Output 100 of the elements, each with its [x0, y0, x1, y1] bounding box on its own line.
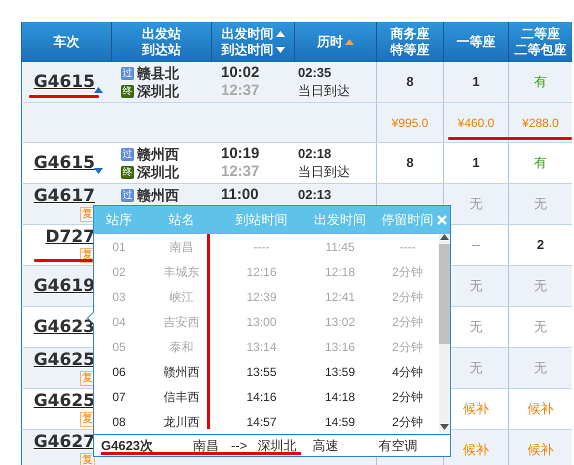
train-number[interactable]: G4615 — [34, 72, 95, 92]
stop-station: 吉安西 — [164, 314, 200, 330]
reissue-badge: 复 — [80, 453, 95, 465]
seat-availability: 候补 — [528, 441, 554, 460]
seat-availability: 无 — [470, 277, 482, 296]
stop-arrival-time: 13:55 — [246, 364, 277, 380]
stop-station: 泰和 — [170, 338, 194, 356]
stop-duration: ---- — [400, 238, 416, 256]
stop-duration: 2分钟 — [392, 388, 423, 406]
stop-arrival-time: 12:39 — [246, 288, 277, 306]
stop-station: 南昌 — [170, 238, 194, 256]
stop-arrival-time: 13:14 — [246, 338, 277, 356]
amenity: 有空调 — [378, 437, 418, 456]
stop-duration: 2分钟 — [392, 288, 423, 306]
train-number[interactable]: G4615 — [34, 153, 95, 173]
stop-departure-time: 12:18 — [324, 264, 356, 280]
seat-price: ¥288.0 — [522, 114, 559, 132]
seat-availability: 1 — [472, 73, 480, 92]
seat-availability: 候补 — [463, 441, 489, 460]
seat-price: ¥995.0 — [392, 114, 428, 132]
duration: 02:35 — [298, 64, 332, 82]
stop-number: 05 — [112, 338, 126, 356]
stop-number: 04 — [112, 314, 126, 330]
seat-availability: 无 — [470, 195, 482, 214]
seat-availability: 无 — [534, 195, 547, 214]
sort-down-icon[interactable] — [276, 47, 284, 53]
seat-availability: 8 — [406, 154, 414, 172]
station-tag: 终 — [121, 84, 134, 98]
column-header: 到站时间 — [236, 211, 288, 230]
train-number[interactable]: G4617 — [34, 186, 95, 206]
stop-duration: 2分钟 — [392, 414, 423, 430]
stop-departure-time: 14:18 — [324, 388, 356, 406]
stop-station: 赣州西 — [164, 364, 200, 380]
seat-availability: 候补 — [528, 400, 554, 418]
arrival-note: 当日到达 — [298, 82, 351, 100]
column-header: 出发时间 — [314, 211, 366, 230]
arrival-time: 12:37 — [221, 82, 260, 100]
seat-availability: 8 — [406, 73, 414, 92]
seat-availability: 1 — [472, 154, 480, 172]
seat-availability: 无 — [470, 359, 482, 378]
seat-availability: 无 — [534, 318, 547, 336]
stop-arrival-time: ---- — [254, 238, 270, 256]
caret-down-icon[interactable] — [94, 168, 103, 174]
train-number[interactable]: D727 — [45, 227, 95, 247]
column-header[interactable]: 出发时间 — [222, 26, 274, 42]
scrollbar[interactable] — [439, 234, 450, 434]
stop-arrival-time: 12:16 — [246, 264, 277, 280]
column-header[interactable]: 到达时间 — [222, 42, 274, 58]
train-number[interactable]: G4627 — [34, 432, 95, 452]
train-number[interactable]: G4625 — [34, 391, 95, 411]
station-tag: 终 — [121, 166, 134, 178]
station-name: 赣州西 — [137, 145, 179, 163]
seat-availability: 候补 — [463, 400, 489, 418]
column-header: 站序 — [106, 211, 132, 230]
column-header: 商务座 — [390, 26, 430, 42]
stop-station: 峡江 — [170, 288, 194, 306]
train-number[interactable]: G4625 — [34, 350, 95, 370]
stop-arrival-time: 13:00 — [246, 314, 277, 330]
stop-duration: 2分钟 — [392, 338, 423, 356]
column-header: 出发站 — [142, 26, 181, 42]
seat-availability: 无 — [534, 359, 547, 378]
stop-number: 01 — [112, 238, 126, 256]
arrival-time: 12:37 — [221, 163, 260, 181]
stop-arrival-time: 14:57 — [246, 414, 277, 430]
duration: 02:13 — [298, 186, 332, 204]
station-tag: 过 — [121, 66, 134, 80]
stop-number: 06 — [112, 364, 126, 380]
scrollbar-thumb[interactable] — [439, 244, 450, 344]
seat-availability: 无 — [470, 318, 482, 336]
sort-up-icon[interactable] — [276, 31, 284, 37]
stop-station: 信丰西 — [164, 388, 200, 406]
seat-availability: 2 — [536, 236, 544, 254]
column-header: 二等座 — [521, 26, 560, 42]
origin-station: 南昌 — [193, 437, 219, 456]
stop-departure-time: 12:41 — [324, 288, 356, 306]
station-name: 深圳北 — [137, 82, 179, 100]
destination-station: 深圳北 — [257, 437, 296, 456]
caret-up-icon[interactable] — [94, 87, 103, 93]
stop-station: 龙川西 — [164, 414, 200, 430]
station-name: 深圳北 — [137, 163, 179, 181]
stop-arrival-time: 14:16 — [246, 388, 277, 406]
stop-number: 08 — [112, 414, 126, 430]
column-header: 到达站 — [142, 42, 181, 58]
seat-price: ¥460.0 — [458, 114, 494, 132]
departure-time: 11:00 — [221, 186, 260, 204]
train-type: 高速 — [312, 437, 338, 456]
column-header: 二等包座 — [514, 42, 566, 58]
stop-number: 03 — [112, 288, 126, 306]
column-header[interactable]: 历时 — [317, 34, 343, 50]
station-tag: 过 — [121, 188, 134, 202]
column-header: 一等座 — [456, 34, 496, 50]
station-name: 赣州西 — [137, 186, 179, 204]
stop-duration: 2分钟 — [392, 264, 423, 280]
stop-departure-time: 14:59 — [324, 414, 356, 430]
seat-availability: -- — [472, 236, 480, 254]
column-header: 停留时间 — [382, 211, 434, 230]
duration: 02:18 — [298, 145, 332, 163]
stop-duration: 2分钟 — [392, 314, 423, 330]
column-header: 车次 — [54, 34, 80, 50]
stop-station: 丰城东 — [164, 264, 200, 280]
